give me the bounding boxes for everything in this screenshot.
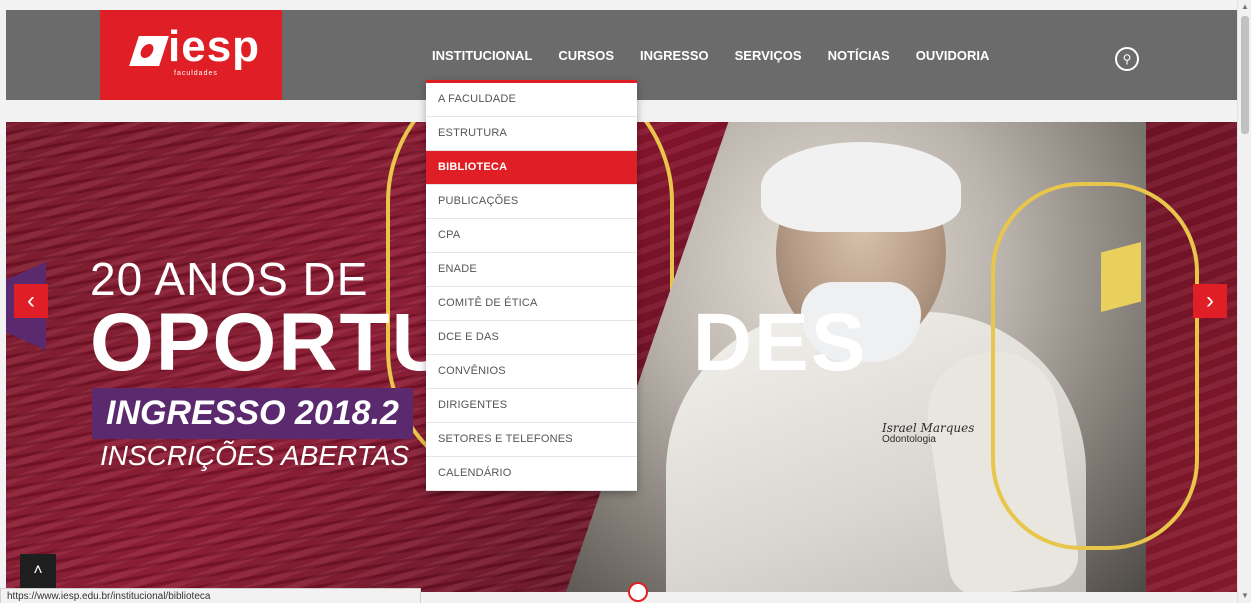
main-nav: INSTITUCIONAL CURSOS INGRESSO SERVIÇOS N…	[432, 48, 1015, 63]
logo-text: iesp	[168, 22, 261, 71]
scrollbar-thumb[interactable]	[1241, 16, 1249, 134]
decor-arc-right	[991, 182, 1199, 550]
ingresso-badge-text: INGRESSO 2018.2	[106, 394, 399, 432]
decor-block	[1101, 242, 1141, 312]
page: Israel Marques Odontologia 20 ANOS DE OP…	[0, 0, 1237, 603]
logo-mark-icon	[129, 36, 169, 66]
scroll-down-arrow-icon[interactable]: ▼	[1238, 589, 1251, 603]
status-bar-url: https://www.iesp.edu.br/institucional/bi…	[0, 588, 421, 603]
menu-item-calendario[interactable]: CALENDÁRIO	[426, 457, 637, 491]
name-tag-name: Israel Marques	[882, 421, 975, 435]
logo-subtext: faculdades	[174, 70, 218, 77]
name-tag: Israel Marques Odontologia	[882, 422, 982, 446]
carousel-next-button[interactable]: ›	[1193, 284, 1227, 318]
menu-item-dirigentes[interactable]: DIRIGENTES	[426, 389, 637, 423]
menu-item-publicacoes[interactable]: PUBLICAÇÕES	[426, 185, 637, 219]
name-tag-role: Odontologia	[882, 434, 936, 445]
menu-item-estrutura[interactable]: ESTRUTURA	[426, 117, 637, 151]
menu-item-a-faculdade[interactable]: A FACULDADE	[426, 83, 637, 117]
carousel-indicator[interactable]	[628, 582, 648, 602]
menu-item-comite-de-etica[interactable]: COMITÊ DE ÉTICA	[426, 287, 637, 321]
menu-item-enade[interactable]: ENADE	[426, 253, 637, 287]
nav-servicos[interactable]: SERVIÇOS	[735, 48, 802, 63]
logo[interactable]: iesp faculdades	[100, 10, 282, 100]
hero-headline-2-start: OPORTU	[90, 297, 453, 388]
hero-headline-2-end: DES	[692, 297, 868, 388]
menu-item-cpa[interactable]: CPA	[426, 219, 637, 253]
scroll-up-arrow-icon[interactable]: ▲	[1238, 0, 1251, 14]
nav-ingresso[interactable]: INGRESSO	[640, 48, 709, 63]
scroll-to-top-button[interactable]: ˄	[20, 554, 56, 588]
menu-item-setores-e-telefones[interactable]: SETORES E TELEFONES	[426, 423, 637, 457]
menu-item-convenios[interactable]: CONVÊNIOS	[426, 355, 637, 389]
search-icon[interactable]: ⚲	[1115, 47, 1139, 71]
vertical-scrollbar[interactable]: ▲ ▼	[1237, 0, 1251, 603]
ingresso-badge: INGRESSO 2018.2	[92, 388, 413, 439]
menu-item-dce-e-das[interactable]: DCE E DAS	[426, 321, 637, 355]
nav-noticias[interactable]: NOTÍCIAS	[828, 48, 890, 63]
institucional-dropdown: A FACULDADE ESTRUTURA BIBLIOTECA PUBLICA…	[426, 80, 637, 491]
hero-subheadline: INSCRIÇÕES ABERTAS	[100, 440, 410, 471]
nav-ouvidoria[interactable]: OUVIDORIA	[916, 48, 990, 63]
nav-cursos[interactable]: CURSOS	[558, 48, 614, 63]
menu-item-biblioteca[interactable]: BIBLIOTECA	[426, 151, 637, 185]
carousel-prev-button[interactable]: ‹	[14, 284, 48, 318]
surgical-cap	[761, 142, 961, 232]
nav-institucional[interactable]: INSTITUCIONAL	[432, 48, 532, 63]
